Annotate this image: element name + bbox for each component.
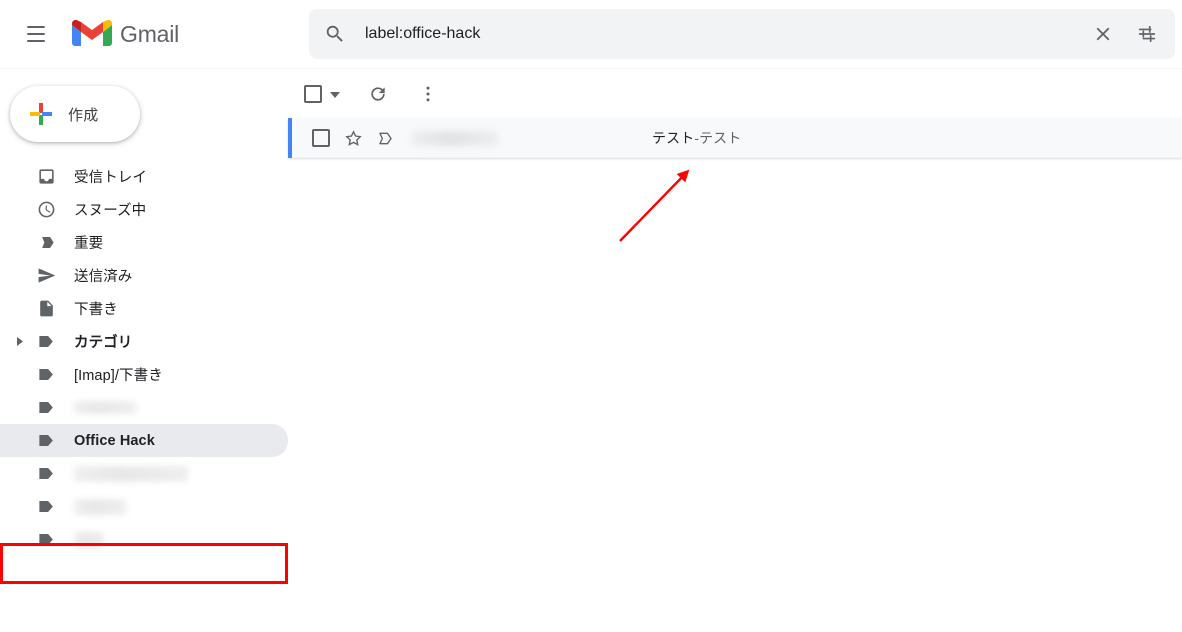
clock-icon (36, 200, 56, 220)
label-icon (36, 497, 56, 517)
chevron-down-icon[interactable] (330, 85, 340, 103)
sidebar-item-label: スヌーズ中 (74, 203, 147, 219)
gmail-window: Gmail label:office-hack 作成 受信トレイ スヌーズ中 重… (0, 0, 1182, 632)
important-icon (36, 233, 56, 253)
chevron-right-icon[interactable] (10, 337, 30, 346)
sidebar-item-imap[interactable]: [Imap]/下書き (0, 358, 288, 391)
checkbox-icon (312, 129, 330, 147)
sidebar-item-blurred-5[interactable]: カテゴリ (0, 325, 288, 358)
more-vertical-icon[interactable] (408, 74, 448, 114)
sidebar-item-label: 受信トレイ (74, 170, 147, 186)
sidebar-item-label-redacted (74, 531, 104, 548)
sidebar-item-label-redacted (74, 401, 136, 414)
app-header: Gmail (0, 0, 1182, 69)
sidebar: 作成 受信トレイスヌーズ中重要送信済み下書きカテゴリ [Imap]/下書き Offi… (0, 70, 288, 632)
send-icon (36, 266, 56, 286)
inbox-icon (36, 167, 56, 187)
search-bar[interactable] (309, 9, 1175, 59)
sidebar-item-blurred-3[interactable]: 送信済み (0, 259, 288, 292)
checkbox-icon (304, 85, 322, 103)
sidebar-item-blurred-11[interactable] (0, 523, 288, 556)
compose-button[interactable]: 作成 (10, 86, 140, 142)
label-icon (36, 431, 56, 451)
row-accent-bar (288, 118, 292, 158)
label-icon (36, 530, 56, 550)
sidebar-item-label: 下書き (74, 302, 118, 318)
sidebar-item-label-redacted (74, 465, 188, 482)
row-checkbox[interactable] (312, 129, 330, 147)
refresh-icon[interactable] (358, 74, 398, 114)
mail-row[interactable]: テスト - テスト (288, 118, 1182, 158)
gmail-logo-icon (72, 19, 112, 49)
sidebar-nav-list: 受信トレイスヌーズ中重要送信済み下書きカテゴリ [Imap]/下書き Office … (0, 160, 288, 556)
sidebar-item-blurred-4[interactable]: 下書き (0, 292, 288, 325)
sidebar-item-label: カテゴリ (74, 335, 133, 351)
row-subject-text: テスト (652, 130, 695, 146)
row-subject: テスト - テスト (652, 128, 741, 148)
search-options-icon[interactable] (1125, 12, 1169, 56)
sidebar-item-label: [Imap]/下書き (74, 368, 163, 384)
label-icon (36, 464, 56, 484)
mail-rows: テスト - テスト (288, 118, 1182, 158)
brand-name: Gmail (120, 20, 180, 47)
star-icon[interactable] (344, 129, 363, 148)
compose-label: 作成 (68, 106, 99, 124)
sidebar-item-blurred-9[interactable] (0, 457, 288, 490)
close-icon[interactable] (1081, 12, 1125, 56)
plus-icon (28, 101, 54, 127)
sidebar-item-label: Office Hack (74, 432, 155, 449)
sidebar-item-blurred-0[interactable]: 受信トレイ (0, 160, 288, 193)
sidebar-item-blurred-10[interactable] (0, 490, 288, 523)
draft-icon (36, 299, 56, 319)
sidebar-item-label-redacted (74, 498, 126, 515)
label-icon (36, 398, 56, 418)
important-marker-icon[interactable] (376, 129, 395, 148)
sidebar-item-blurred-2[interactable]: 重要 (0, 226, 288, 259)
search-icon[interactable] (315, 14, 355, 54)
select-all-checkbox[interactable] (304, 85, 340, 103)
label-icon (36, 332, 56, 352)
search-input[interactable] (365, 25, 1081, 43)
row-snippet: テスト (699, 130, 742, 146)
sidebar-item-blurred-1[interactable]: スヌーズ中 (0, 193, 288, 226)
list-toolbar (288, 70, 1182, 118)
row-sender-redacted (412, 130, 498, 146)
mail-list-pane: テスト - テスト (288, 70, 1182, 632)
hamburger-menu-icon[interactable] (12, 10, 60, 58)
label-icon (36, 365, 56, 385)
sidebar-item-label: 送信済み (74, 269, 133, 285)
sidebar-item-label: 重要 (74, 236, 104, 252)
sidebar-item-blurred-7[interactable] (0, 391, 288, 424)
brand: Gmail (72, 19, 179, 49)
sidebar-item-office-hack[interactable]: Office Hack (0, 424, 288, 457)
